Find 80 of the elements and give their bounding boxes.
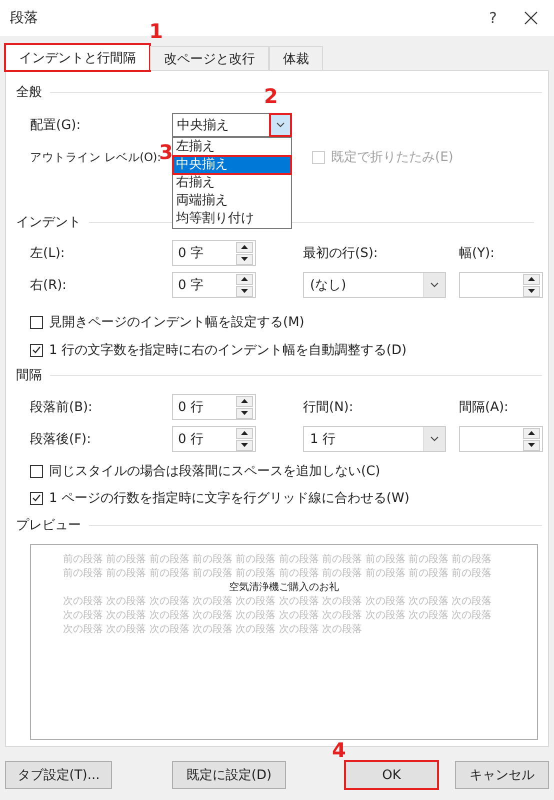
checkbox-label: 見開きページのインデント幅を設定する(M) — [49, 314, 304, 331]
checkbox[interactable] — [30, 464, 43, 478]
spin-down-button[interactable] — [236, 440, 253, 450]
spin-up-button[interactable] — [236, 242, 253, 252]
chevron-down-icon — [430, 436, 439, 442]
down-arrow-icon — [528, 443, 535, 447]
spin-down-button[interactable] — [236, 286, 253, 296]
window-title: 段落 — [10, 9, 39, 27]
checkbox-label: 1 行の文字数を指定時に右のインデント幅を自動調整する(D) — [49, 342, 407, 359]
up-arrow-icon — [528, 277, 535, 281]
section-heading: 間隔 — [16, 367, 42, 384]
number-spinner[interactable]: 0 字 — [172, 272, 256, 298]
field-label: 右(R): — [30, 277, 68, 294]
dropdown-option[interactable]: 両端揃え — [173, 192, 291, 210]
preview-text: 前の段落 前の段落 前の段落 前の段落 前の段落 前の段落 前の段落 前の段落 前の段落 前の段落 — [63, 567, 493, 581]
dialog-button[interactable]: 既定に設定(D) — [172, 761, 286, 789]
close-icon — [524, 11, 538, 25]
checkbox-label: 1 ページの行数を指定時に文字を行グリッド線に合わせる(W) — [49, 490, 410, 507]
chevron-down-icon — [276, 122, 285, 128]
chevron-down-icon — [430, 282, 439, 288]
down-arrow-icon — [241, 443, 248, 447]
checkbox-label: 既定で折りたたみ(E) — [331, 149, 454, 166]
dialog-button[interactable]: キャンセル — [455, 761, 549, 789]
preview-sample-text: 空気清浄機ご購入のお礼 — [228, 581, 340, 595]
checkmark-icon — [32, 494, 41, 502]
number-spinner[interactable]: 0 字 — [172, 240, 256, 266]
section-heading: プレビュー — [16, 517, 81, 534]
checkbox[interactable] — [30, 344, 43, 356]
callout-number: 4 — [332, 740, 346, 760]
spin-down-button[interactable] — [236, 254, 253, 264]
callout-number: 2 — [264, 86, 278, 106]
dropdown-option[interactable]: 均等割り付け — [173, 210, 291, 228]
preview-text: 前の段落 前の段落 前の段落 前の段落 前の段落 前の段落 前の段落 前の段落 前の段落 前の段落 — [63, 553, 493, 567]
down-arrow-icon — [241, 411, 248, 415]
dialog-button[interactable]: タブ設定(T)... — [5, 761, 112, 789]
preview-text: 次の段落 次の段落 次の段落 次の段落 次の段落 次の段落 次の段落 次の段落 次の段落 次の段落 — [63, 609, 493, 623]
help-button[interactable]: ? — [478, 9, 508, 27]
spin-up-button[interactable] — [236, 428, 253, 438]
up-arrow-icon — [241, 399, 248, 403]
number-spinner[interactable]: 0 行 — [172, 426, 256, 452]
field-label: 段落前(B): — [30, 399, 94, 416]
checkmark-icon — [32, 346, 41, 354]
spin-down-button[interactable] — [523, 286, 540, 296]
field-label: 間隔(A): — [459, 399, 510, 416]
down-arrow-icon — [528, 289, 535, 293]
dropdown-option[interactable]: 左揃え — [173, 138, 291, 156]
spin-down-button[interactable] — [523, 440, 540, 450]
preview-text: 次の段落 次の段落 次の段落 次の段落 次の段落 次の段落 次の段落 次の段落 次の段落 次の段落 — [63, 595, 493, 609]
spin-down-button[interactable] — [236, 408, 253, 418]
up-arrow-icon — [241, 277, 248, 281]
checkbox-label: 同じスタイルの場合は段落間にスペースを追加しない(C) — [49, 463, 380, 480]
spin-up-button[interactable] — [236, 274, 253, 284]
number-spinner[interactable]: 0 行 — [172, 394, 256, 420]
section-heading: インデント — [16, 214, 81, 231]
callout-number: 1 — [149, 21, 163, 41]
checkbox[interactable] — [30, 492, 43, 504]
callout-number: 3 — [159, 142, 173, 162]
section-heading: 全般 — [16, 84, 42, 101]
line-spacing-dropdown[interactable]: 1 行 — [303, 426, 446, 452]
field-label: 最初の行(S): — [303, 245, 379, 262]
field-label: 行間(N): — [303, 399, 354, 416]
up-arrow-icon — [241, 245, 248, 249]
field-label: 配置(G): — [30, 117, 82, 134]
dropdown-option[interactable]: 右揃え — [173, 174, 291, 192]
first-line-dropdown[interactable]: (なし) — [303, 272, 446, 298]
preview-text: 次の段落 次の段落 次の段落 次の段落 次の段落 次の段落 次の段落 — [63, 623, 364, 637]
spin-up-button[interactable] — [523, 428, 540, 438]
checkbox[interactable] — [30, 316, 43, 328]
down-arrow-icon — [241, 289, 248, 293]
field-label: アウトライン レベル(O): — [30, 150, 161, 164]
up-arrow-icon — [528, 431, 535, 435]
field-label: 幅(Y): — [459, 245, 496, 262]
spin-up-button[interactable] — [523, 274, 540, 284]
field-label: 段落後(F): — [30, 431, 92, 448]
up-arrow-icon — [241, 431, 248, 435]
tab[interactable]: 体裁 — [269, 46, 323, 70]
tab[interactable]: 改ページと改行 — [150, 46, 269, 70]
down-arrow-icon — [241, 257, 248, 261]
spin-up-button[interactable] — [236, 396, 253, 406]
field-label: 左(L): — [30, 245, 66, 262]
